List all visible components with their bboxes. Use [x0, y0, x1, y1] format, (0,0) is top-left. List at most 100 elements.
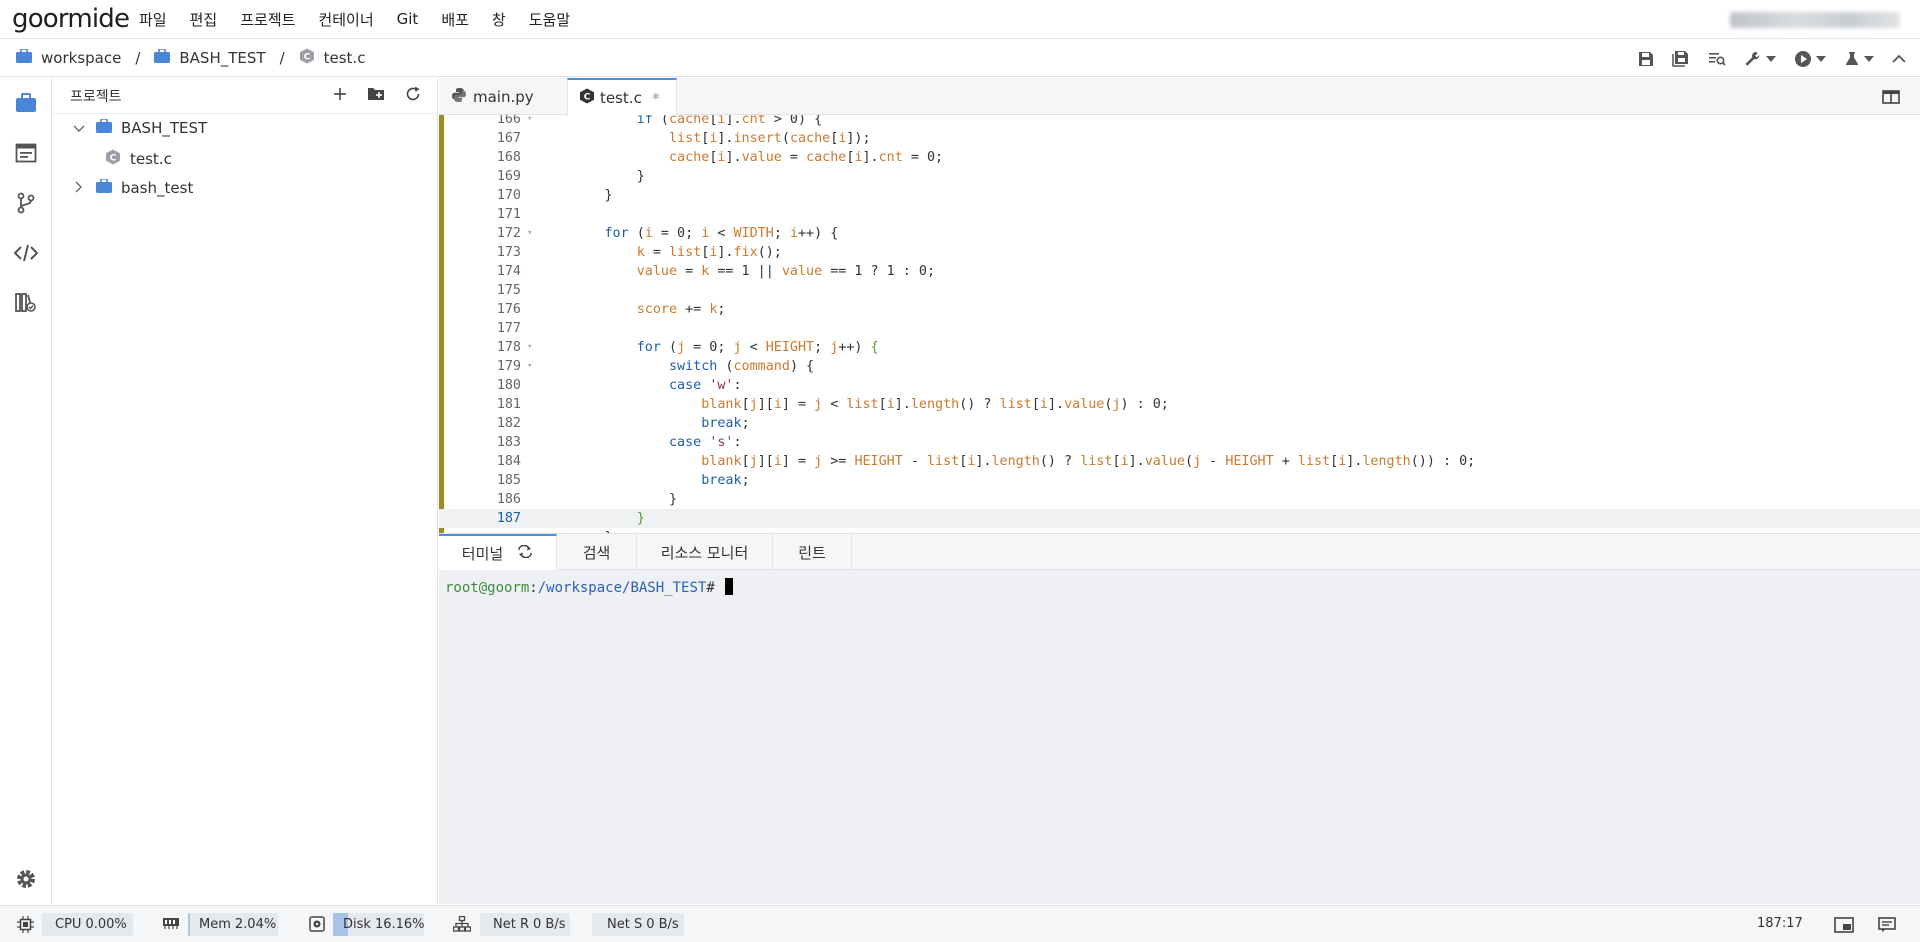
chevron-right-icon [75, 179, 83, 197]
cursor-position[interactable]: 187:17 [1757, 916, 1803, 931]
menu-file[interactable]: 파일 [139, 9, 167, 30]
code-line: 175 [496, 283, 521, 298]
menu-deploy[interactable]: 배포 [441, 9, 469, 30]
code-line: 169 } [496, 169, 645, 184]
collapse-icon[interactable] [1892, 54, 1906, 64]
toolbar [1638, 40, 1906, 77]
cpu-icon [17, 916, 34, 937]
menu-git[interactable]: Git [397, 10, 419, 28]
tab-terminal[interactable]: 터미널 [439, 534, 557, 570]
tab-main-py[interactable]: main.py [451, 78, 534, 115]
briefcase-icon [154, 48, 171, 67]
tree-item-file[interactable]: C test.c [105, 149, 172, 169]
cpu-value: 0.00% [85, 917, 127, 932]
status-bar: CPU 0.00% Mem 2.04% Disk 16.16% Net R 0 … [0, 905, 1920, 942]
terminal-prompt: root@goorm:/workspace/BASH_TEST# [445, 578, 733, 596]
tab-label: 리소스 모니터 [660, 543, 749, 562]
new-folder-icon[interactable] [367, 86, 385, 105]
menu-container[interactable]: 컨테이너 [318, 9, 373, 30]
disk-value: 16.16% [374, 917, 424, 932]
menu-project[interactable]: 프로젝트 [240, 9, 295, 30]
code-line: 179 ▾ switch (command) { [496, 359, 815, 374]
c-file-icon: C [299, 48, 315, 68]
terminal-cursor [724, 578, 733, 595]
menu-edit[interactable]: 편집 [190, 9, 218, 30]
code-line: 172 ▾ for (i = 0; i < WIDTH; i++) { [496, 226, 839, 241]
tab-lint[interactable]: 린트 [773, 534, 852, 570]
terminal[interactable]: root@goorm:/workspace/BASH_TEST# [439, 570, 1920, 904]
code-line: 180 case 'w': [496, 378, 742, 393]
tab-label: main.py [473, 87, 534, 106]
panel-tabs: 터미널 검색 리소스 모니터 린트 [439, 533, 1920, 570]
code-line: 185 break; [496, 473, 750, 488]
net-r-label: Net R [493, 917, 529, 932]
code-line: 167 list[i].insert(cache[i]); [496, 131, 871, 146]
code-line-current: 187 } [439, 509, 1920, 528]
c-file-icon: C [105, 149, 121, 169]
net-s-value: 0 B/s [646, 917, 679, 932]
cpu-label: CPU [55, 917, 82, 932]
code-line: 173 k = list[i].fix(); [496, 245, 782, 260]
settings-icon[interactable] [13, 866, 39, 892]
project-icon[interactable] [13, 90, 39, 116]
tree-item-folder[interactable]: bash_test [75, 178, 194, 197]
memory-icon [162, 916, 180, 934]
tree-item-label: bash_test [121, 179, 194, 197]
refresh-icon[interactable] [405, 86, 421, 106]
terminal-sep: : [529, 580, 538, 596]
project-panel: 프로젝트 BASH_TEST C test.c bash_test [53, 78, 438, 904]
code-line: 170 } [496, 188, 613, 203]
menu-help[interactable]: 도움말 [529, 9, 570, 30]
briefcase-icon [96, 178, 112, 197]
code-line: 178 ▾ for (j = 0; j < HEIGHT; j++) { [496, 340, 879, 355]
split-editor-icon[interactable] [1882, 90, 1900, 108]
breadcrumb-workspace[interactable]: workspace [16, 48, 122, 67]
memory-usage[interactable]: Mem 2.04% [188, 913, 278, 936]
wrench-icon[interactable] [1744, 51, 1776, 67]
project-panel-title: 프로젝트 [70, 88, 122, 105]
svg-text:C: C [303, 53, 310, 63]
code-icon[interactable] [13, 240, 39, 266]
app-logo: goormide [12, 4, 130, 34]
layout-toggle-icon[interactable] [1834, 917, 1854, 937]
net-receive[interactable]: Net R 0 B/s [480, 913, 570, 936]
net-s-label: Net S [607, 917, 643, 932]
account-email-blurred[interactable] [1730, 12, 1900, 28]
tab-label: 터미널 [461, 544, 504, 563]
code-line: 176 score += k; [496, 302, 726, 317]
cpu-usage[interactable]: CPU 0.00% [42, 913, 133, 936]
net-send[interactable]: Net S 0 B/s [592, 913, 684, 936]
modified-indicator[interactable]: * [652, 89, 660, 108]
breadcrumb-project[interactable]: BASH_TEST [154, 48, 266, 67]
disk-usage[interactable]: Disk 16.16% [333, 913, 424, 936]
library-icon[interactable] [13, 290, 39, 316]
tab-label: 린트 [798, 543, 826, 562]
tab-resource-monitor[interactable]: 리소스 모니터 [637, 534, 773, 570]
tab-test-c[interactable]: C test.c * [567, 78, 677, 116]
tab-search[interactable]: 검색 [557, 534, 637, 570]
git-branch-icon[interactable] [13, 190, 39, 216]
breadcrumb-file[interactable]: C test.c [299, 48, 365, 68]
add-file-icon[interactable] [333, 87, 347, 105]
test-flask-icon[interactable] [1844, 51, 1874, 67]
notifications-icon[interactable] [1878, 917, 1896, 937]
terminal-path: /workspace/BASH_TEST [537, 580, 707, 596]
run-icon[interactable] [1794, 50, 1826, 68]
menu-window[interactable]: 창 [492, 9, 506, 30]
terminal-switch-icon[interactable] [517, 544, 533, 562]
code-line: 181 blank[j][i] = j < list[i].length() ?… [496, 397, 1169, 412]
network-icon [452, 915, 472, 936]
breadcrumb: workspace / BASH_TEST / C test.c [0, 40, 1920, 77]
svg-text:C: C [584, 93, 591, 103]
save-icon[interactable] [1638, 51, 1654, 67]
menu-bar: goormide 파일 편집 프로젝트 컨테이너 Git 배포 창 도움말 [0, 0, 1920, 39]
terminal-panel-icon[interactable] [13, 140, 39, 166]
code-editor[interactable]: 166 ▾ if (cache[i].cnt > 0) { 167 list[i]… [439, 115, 1920, 533]
breadcrumb-separator: / [135, 49, 141, 67]
search-code-icon[interactable] [1708, 51, 1726, 67]
save-all-icon[interactable] [1672, 50, 1690, 67]
tree-item-folder[interactable]: BASH_TEST [73, 118, 207, 137]
briefcase-icon [16, 48, 32, 67]
breadcrumb-label: workspace [41, 49, 122, 67]
terminal-user: root@goorm [445, 580, 530, 596]
